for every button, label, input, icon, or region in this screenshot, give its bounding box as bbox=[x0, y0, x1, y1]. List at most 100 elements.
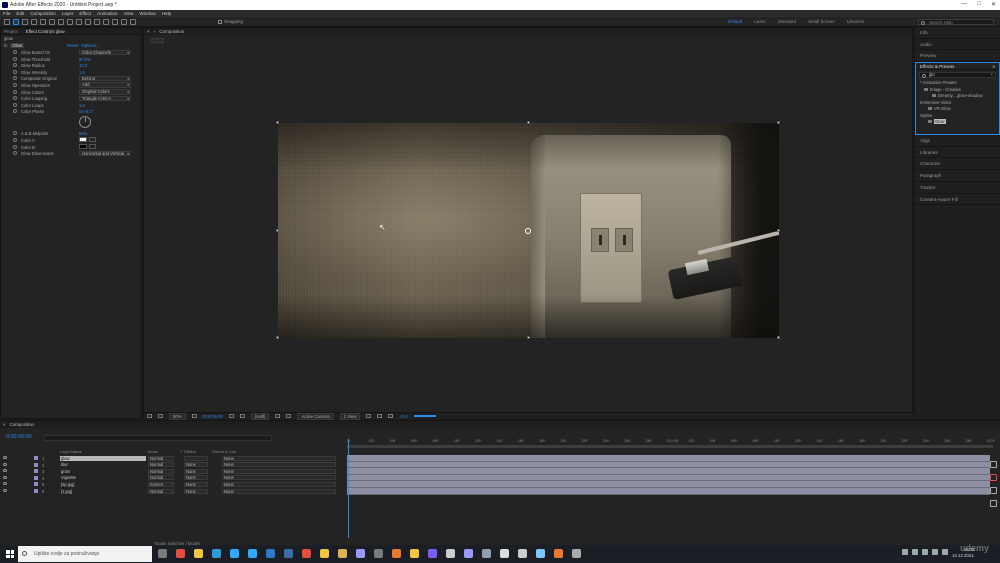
views-dropdown[interactable]: 1 View bbox=[339, 412, 361, 420]
eye-icon[interactable] bbox=[3, 456, 7, 459]
menu-layer[interactable]: Layer bbox=[62, 11, 74, 16]
keyboard-icon[interactable] bbox=[902, 549, 908, 555]
volume-icon[interactable] bbox=[932, 549, 938, 555]
minimize-button[interactable]: — bbox=[961, 1, 967, 8]
label-color-icon[interactable] bbox=[34, 469, 38, 474]
workspace-standard[interactable]: Standard bbox=[778, 19, 796, 24]
stopwatch-icon[interactable] bbox=[13, 69, 17, 74]
panel-preview[interactable]: Preview bbox=[915, 50, 1000, 63]
taskbar-app-icon[interactable] bbox=[248, 549, 257, 558]
taskbar-app-icon[interactable] bbox=[572, 549, 581, 558]
brush-tool-icon[interactable] bbox=[94, 19, 100, 25]
color-phase-dial[interactable] bbox=[79, 116, 91, 129]
close-tab-icon[interactable]: × bbox=[147, 29, 150, 34]
layer-mode-dropdown[interactable]: Normal bbox=[148, 475, 174, 481]
panel-audio[interactable]: Audio bbox=[915, 39, 1000, 51]
eyedropper-icon[interactable] bbox=[89, 137, 96, 143]
workspace-libraries[interactable]: Libraries bbox=[847, 19, 864, 24]
camera-icon[interactable] bbox=[990, 461, 997, 468]
col-trkmat[interactable]: T TrkMat bbox=[180, 449, 196, 454]
stopwatch-icon[interactable] bbox=[13, 56, 17, 61]
tab-project[interactable]: Project bbox=[4, 29, 18, 34]
taskbar-app-icon[interactable] bbox=[266, 549, 275, 558]
snapping-toggle[interactable]: Snapping bbox=[218, 19, 243, 24]
layer-name[interactable]: blur bbox=[60, 462, 146, 468]
color-looping-dropdown[interactable]: Triangle A>B>A ▾ bbox=[79, 95, 131, 102]
taskbar-app-icon[interactable] bbox=[428, 549, 437, 558]
menu-help[interactable]: Help bbox=[162, 11, 171, 16]
lock-icon[interactable]: ▫ bbox=[154, 29, 156, 34]
magnification-dropdown[interactable]: 50% bbox=[169, 412, 186, 420]
puppet-tool-icon[interactable] bbox=[130, 19, 136, 25]
exposure-value[interactable]: +0.0 bbox=[399, 414, 407, 419]
workspace-small-screen[interactable]: Small Screen bbox=[808, 19, 835, 24]
work-area-bar[interactable] bbox=[347, 445, 993, 448]
panel-libraries[interactable]: Libraries bbox=[915, 147, 1000, 159]
layer-row[interactable]: 5 [2p.jpg] Screen None None bbox=[0, 481, 345, 488]
tab-composition[interactable]: Composition bbox=[159, 29, 184, 34]
roto-brush-tool-icon[interactable] bbox=[121, 19, 127, 25]
stopwatch-icon[interactable] bbox=[13, 50, 17, 54]
exposure-icon[interactable] bbox=[388, 414, 394, 418]
layer-row[interactable]: 4 Vignette Normal None None bbox=[0, 475, 345, 482]
always-preview-icon[interactable] bbox=[147, 414, 152, 418]
color-a-swatch[interactable] bbox=[79, 137, 87, 143]
share-icon[interactable] bbox=[990, 487, 997, 494]
layer-name[interactable]: glow bbox=[60, 455, 146, 461]
composite-original-dropdown[interactable]: Behind ▾ bbox=[79, 75, 131, 82]
label-color-icon[interactable] bbox=[34, 456, 38, 460]
close-button[interactable]: ✕ bbox=[991, 1, 996, 8]
glow-dimensions-dropdown[interactable]: Horizontal and Vertical ▾ bbox=[79, 150, 131, 157]
layer-name[interactable]: Vignette bbox=[60, 475, 146, 481]
layer-trkmat-dropdown[interactable]: None bbox=[184, 475, 208, 481]
tab-timeline-composition[interactable]: Composition bbox=[10, 422, 34, 427]
panel-paragraph[interactable]: Paragraph bbox=[915, 170, 1000, 182]
layer-mode-dropdown[interactable]: Screen bbox=[148, 481, 174, 487]
layer-parent-dropdown[interactable]: None bbox=[222, 475, 336, 481]
effect-options-link[interactable]: Options... bbox=[81, 43, 99, 48]
layer-trkmat-dropdown[interactable]: None bbox=[184, 488, 208, 494]
eraser-tool-icon[interactable] bbox=[112, 19, 118, 25]
taskbar-app-icon[interactable] bbox=[230, 549, 239, 558]
chevron-up-icon[interactable] bbox=[912, 549, 918, 555]
panel-align[interactable]: Align bbox=[915, 135, 1000, 147]
taskbar-app-icon[interactable] bbox=[410, 549, 419, 558]
snapping-checkbox[interactable] bbox=[218, 19, 222, 24]
camera-dropdown[interactable]: Active Camera bbox=[297, 412, 334, 420]
channel-icon[interactable] bbox=[239, 414, 245, 418]
layer-row[interactable]: 6 [1.jpg] Normal None None bbox=[0, 488, 345, 495]
rectangle-tool-icon[interactable] bbox=[67, 19, 73, 25]
layer-duration-bar[interactable] bbox=[347, 474, 990, 482]
layer-name[interactable]: [1.jpg] bbox=[60, 489, 146, 495]
layer-name[interactable]: grain bbox=[60, 469, 146, 475]
taskbar-app-icon[interactable] bbox=[176, 549, 185, 558]
layer-duration-bar[interactable] bbox=[347, 455, 990, 462]
stopwatch-icon[interactable] bbox=[13, 96, 17, 101]
transform-handle-tl[interactable] bbox=[276, 121, 279, 124]
effects-search-input[interactable]: glo × bbox=[919, 72, 996, 79]
effect-name[interactable]: Glow bbox=[10, 43, 25, 48]
eye-icon[interactable] bbox=[3, 489, 7, 492]
glow-colors-dropdown[interactable]: Original Colors ▾ bbox=[79, 89, 131, 95]
layer-mode-dropdown[interactable]: Normal bbox=[148, 455, 174, 461]
layer-mode-dropdown[interactable]: Normal bbox=[148, 488, 174, 494]
glow-operation-dropdown[interactable]: Add ▾ bbox=[79, 82, 131, 88]
safe-margins-icon[interactable] bbox=[191, 414, 197, 418]
stopwatch-icon[interactable] bbox=[13, 144, 17, 149]
color-b-swatch[interactable] bbox=[79, 144, 87, 150]
workspace-learn[interactable]: Learn bbox=[754, 19, 766, 24]
effects-presets-title[interactable]: Effects & Presets bbox=[920, 64, 954, 69]
layer-mode-dropdown[interactable]: Normal bbox=[148, 468, 174, 474]
layer-row[interactable]: 3 grain Normal None None bbox=[0, 468, 345, 475]
transform-handle-bc[interactable] bbox=[527, 336, 530, 339]
layer-parent-dropdown[interactable]: None bbox=[222, 462, 336, 468]
pen-tool-icon[interactable] bbox=[76, 19, 82, 25]
label-color-icon[interactable] bbox=[34, 489, 38, 493]
color-phase-value[interactable]: 0x+0.0° bbox=[79, 109, 93, 114]
menu-animation[interactable]: Animation bbox=[97, 11, 117, 16]
transform-handle-mr[interactable] bbox=[777, 229, 780, 232]
menu-file[interactable]: File bbox=[3, 11, 10, 16]
layer-duration-bar[interactable] bbox=[347, 488, 990, 495]
transform-handle-bl[interactable] bbox=[276, 336, 279, 339]
taskbar-app-icon[interactable] bbox=[536, 549, 545, 558]
